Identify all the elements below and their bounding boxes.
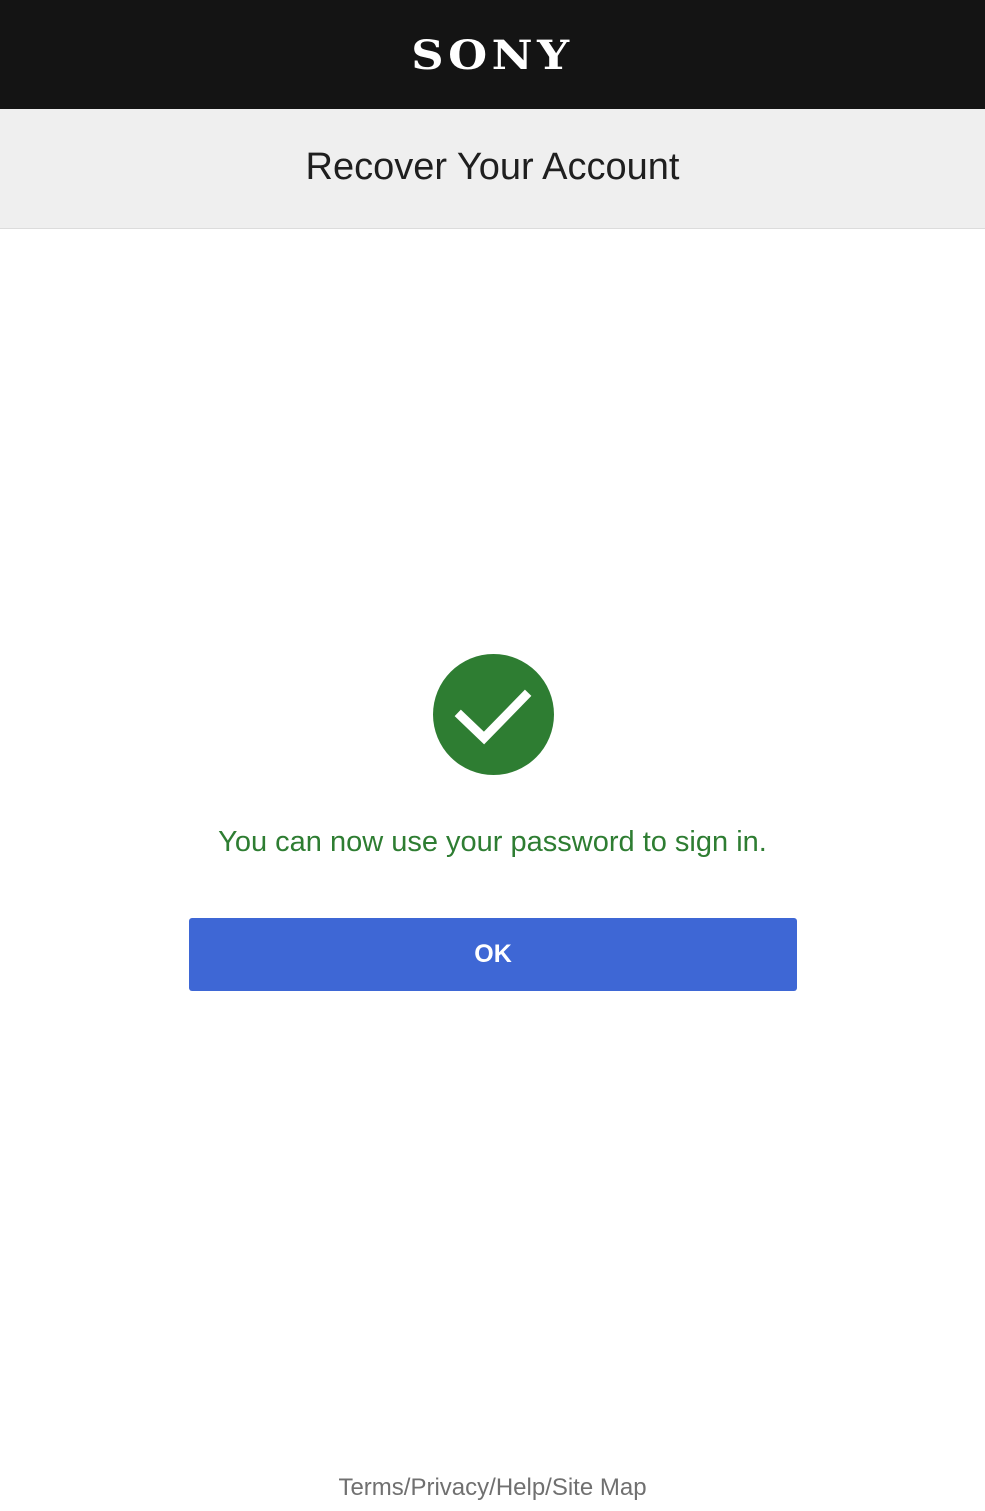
footer-separator: /: [489, 1474, 496, 1501]
sony-logo[interactable]: SONY: [411, 32, 573, 79]
terms-link[interactable]: Terms: [338, 1474, 403, 1501]
ok-button[interactable]: OK: [189, 918, 797, 991]
success-message: You can now use your password to sign in…: [218, 826, 767, 858]
footer-separator: /: [545, 1474, 552, 1501]
top-header-bar: SONY: [0, 0, 985, 109]
page-title-bar: Recover Your Account: [0, 109, 985, 229]
footer-links: Terms/Privacy/Help/Site Map: [0, 1474, 985, 1502]
check-circle-icon: [433, 654, 554, 775]
site-map-link[interactable]: Site Map: [552, 1474, 647, 1501]
help-link[interactable]: Help: [496, 1474, 545, 1501]
page-title: Recover Your Account: [305, 146, 680, 188]
privacy-link[interactable]: Privacy: [410, 1474, 489, 1501]
